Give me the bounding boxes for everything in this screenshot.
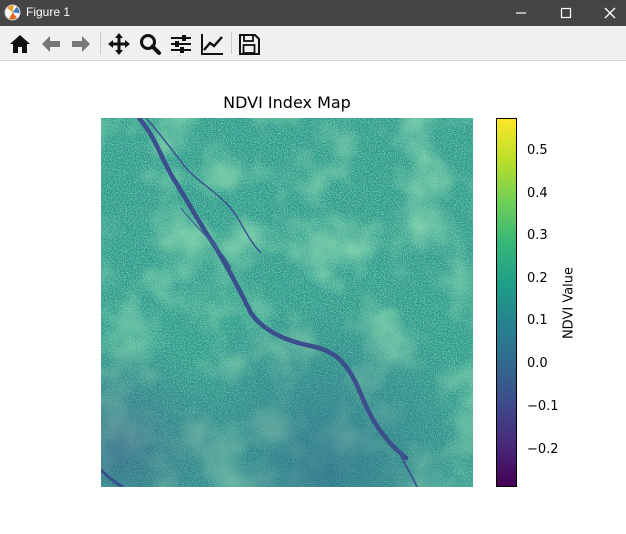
zoom-button[interactable]	[137, 31, 163, 57]
colorbar-tick-label: 0.4	[527, 186, 548, 201]
magnifier-icon	[140, 34, 161, 55]
home-button[interactable]	[7, 31, 33, 57]
chart-title: NDVI Index Map	[223, 93, 351, 112]
home-icon	[10, 35, 30, 53]
toolbar-separator	[100, 32, 101, 54]
window-title-bar: Figure 1	[0, 0, 626, 26]
colorbar-tick-label: −0.1	[527, 399, 559, 414]
ndvi-heatmap[interactable]	[101, 118, 473, 487]
ndvi-heatmap-image	[101, 118, 473, 487]
colorbar-tick-label: 0.0	[527, 356, 548, 371]
floppy-disk-icon	[239, 34, 260, 55]
colorbar	[496, 118, 520, 487]
matplotlib-logo-icon	[4, 4, 21, 21]
maximize-button[interactable]	[543, 0, 589, 26]
forward-button[interactable]	[68, 31, 94, 57]
colorbar-tick-label: 0.3	[527, 228, 548, 243]
maximize-icon	[560, 7, 572, 19]
move-icon	[108, 33, 130, 55]
toolbar-separator	[231, 32, 232, 54]
colorbar-tick-label: −0.2	[527, 442, 559, 457]
edit-axes-button[interactable]	[199, 31, 225, 57]
save-button[interactable]	[236, 31, 262, 57]
arrow-left-icon	[42, 36, 60, 52]
navigation-toolbar	[0, 26, 626, 61]
close-icon	[604, 7, 616, 19]
pan-button[interactable]	[106, 31, 132, 57]
minimize-icon	[516, 12, 526, 14]
colorbar-tick-label: 0.1	[527, 313, 548, 328]
minimize-button[interactable]	[498, 0, 544, 26]
configure-subplots-button[interactable]	[168, 31, 194, 57]
sliders-icon	[171, 35, 191, 53]
window-title: Figure 1	[26, 5, 71, 19]
line-chart-icon	[201, 34, 223, 55]
arrow-right-icon	[72, 36, 90, 52]
colorbar-gradient	[496, 118, 520, 487]
back-button[interactable]	[38, 31, 64, 57]
colorbar-axis-label: NDVI Value	[561, 266, 577, 340]
colorbar-tick-label: 0.5	[527, 143, 548, 158]
colorbar-tick-label: 0.2	[527, 271, 548, 286]
close-button[interactable]	[589, 0, 626, 26]
